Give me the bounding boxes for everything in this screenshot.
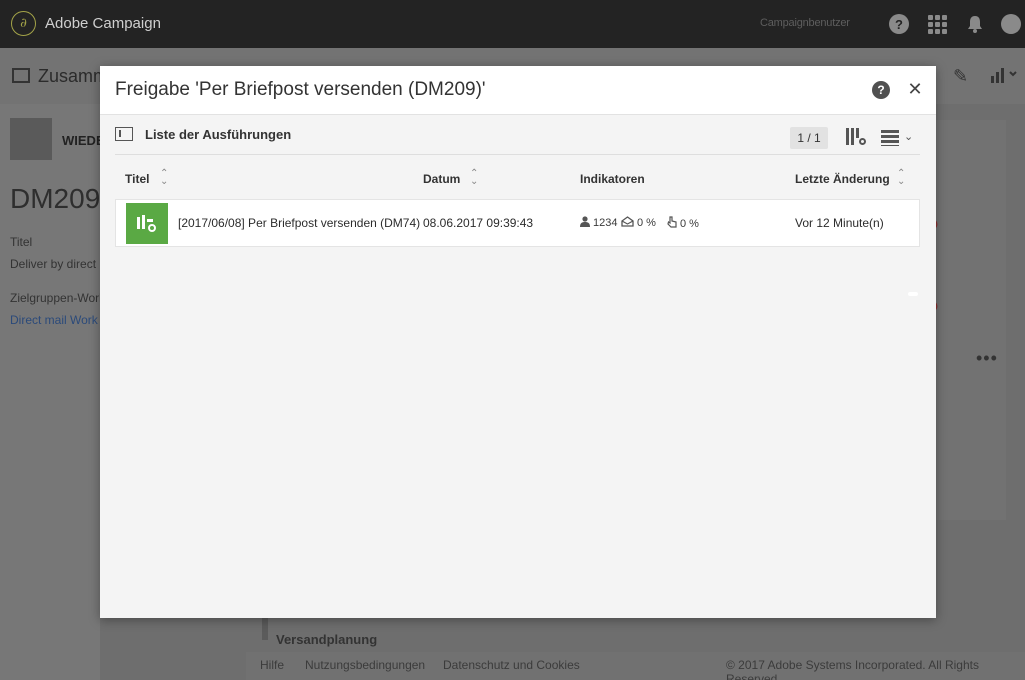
record-code: DM209 <box>10 183 101 214</box>
row-date: 08.06.2017 09:39:43 <box>423 216 534 230</box>
close-icon[interactable]: ✕ <box>906 78 924 100</box>
app-grid-icon[interactable] <box>926 13 948 35</box>
direct-mail-icon <box>126 203 168 244</box>
click-hand-icon <box>667 216 677 231</box>
column-header-date[interactable]: Datum <box>423 172 460 186</box>
indicator-recipients: 1234 <box>580 216 617 230</box>
recipient-count: 1234 <box>593 217 618 229</box>
column-header-modified[interactable]: Letzte Änderung <box>795 172 890 186</box>
help-icon[interactable]: ? <box>888 13 910 35</box>
replay-icon[interactable] <box>10 118 52 160</box>
sort-icon[interactable]: ⌃ ⌄ <box>160 169 168 187</box>
column-settings-icon[interactable] <box>846 128 866 146</box>
dialog-header: Freigabe 'Per Briefpost versenden (DM209… <box>100 66 936 115</box>
chevron-down-icon[interactable]: ⌄ <box>904 130 913 143</box>
sort-icon[interactable]: ⌃ ⌄ <box>470 169 478 187</box>
indicator-click-rate: 0 % <box>667 216 699 231</box>
adobe-campaign-logo-icon[interactable]: ∂ <box>11 11 36 36</box>
footer-help-link[interactable]: Hilfe <box>260 658 284 672</box>
table-row[interactable]: [2017/06/08] Per Briefpost versenden (DM… <box>115 199 920 247</box>
title-label: Titel <box>10 235 33 249</box>
footer-privacy-link[interactable]: Datenschutz und Cookies <box>443 658 580 672</box>
help-icon[interactable]: ? <box>872 81 890 99</box>
toolbar-divider <box>115 154 920 155</box>
open-envelope-icon <box>621 216 634 230</box>
footer-copyright: © 2017 Adobe Systems Incorporated. All R… <box>726 658 979 680</box>
list-title: Liste der Ausführungen <box>145 127 292 142</box>
bell-icon[interactable] <box>964 13 986 35</box>
click-rate: 0 % <box>680 217 699 230</box>
brand-name[interactable]: Adobe Campaign <box>45 15 161 32</box>
target-link[interactable]: Direct mail Work <box>10 313 98 327</box>
row-modified: Vor 12 Minute(n) <box>795 216 884 230</box>
more-icon[interactable]: ••• <box>976 348 998 369</box>
indicator-open-rate: 0 % <box>621 216 656 230</box>
right-panel <box>936 120 1006 520</box>
section-marker <box>262 618 268 640</box>
person-icon <box>580 216 590 230</box>
pencil-icon[interactable]: ✎ <box>953 66 968 87</box>
scrollbar-handle[interactable] <box>908 292 918 296</box>
title-value: Deliver by direct m <box>10 257 110 271</box>
chart-icon[interactable] <box>990 66 1018 89</box>
avatar[interactable] <box>1000 13 1022 35</box>
column-header-title[interactable]: Titel <box>125 172 149 186</box>
row-title[interactable]: [2017/06/08] Per Briefpost versenden (DM… <box>178 216 420 230</box>
approval-dialog: Freigabe 'Per Briefpost versenden (DM209… <box>100 66 936 618</box>
open-rate: 0 % <box>637 217 656 229</box>
sort-icon[interactable]: ⌃ ⌄ <box>897 169 905 187</box>
panel-icon[interactable] <box>12 68 30 83</box>
dialog-title: Freigabe 'Per Briefpost versenden (DM209… <box>115 79 486 100</box>
page-title: Zusamm <box>38 66 109 86</box>
list-view-icon[interactable]: ⌄ <box>881 130 915 146</box>
column-header-indicators: Indikatoren <box>580 172 645 186</box>
pagination-indicator[interactable]: 1 / 1 <box>790 127 828 149</box>
user-name[interactable]: Campaignbenutzer <box>760 17 850 29</box>
target-label: Zielgruppen-Work <box>10 291 106 305</box>
footer-terms-link[interactable]: Nutzungsbedingungen <box>305 658 425 672</box>
sidebar-panel-icon[interactable] <box>115 127 133 141</box>
section-title: Versandplanung <box>276 632 378 647</box>
wiede-label[interactable]: WIEDE <box>62 133 105 148</box>
